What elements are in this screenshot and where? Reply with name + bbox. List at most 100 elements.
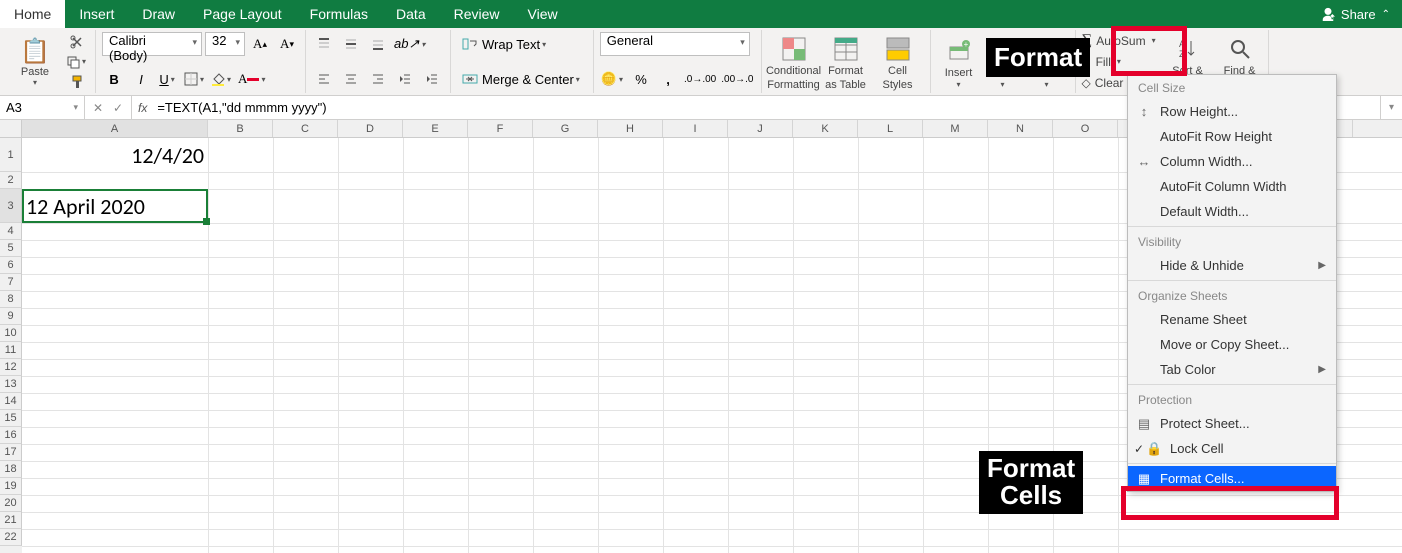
col-header-B[interactable]: B	[208, 120, 273, 137]
col-header-C[interactable]: C	[273, 120, 338, 137]
menu-tab-color[interactable]: Tab Color▶	[1128, 357, 1336, 382]
fill-handle[interactable]	[203, 218, 210, 225]
row-header-7[interactable]: 7	[0, 274, 22, 291]
wrap-text-button[interactable]: Wrap Text▾	[457, 32, 553, 56]
row-header-5[interactable]: 5	[0, 240, 22, 257]
menu-move-copy-sheet[interactable]: Move or Copy Sheet...	[1128, 332, 1336, 357]
col-header-M[interactable]: M	[923, 120, 988, 137]
cell-A1[interactable]: 12/4/20	[22, 138, 208, 172]
accept-formula-button[interactable]: ✓	[109, 101, 127, 115]
row-header-4[interactable]: 4	[0, 223, 22, 240]
italic-button[interactable]: I	[129, 67, 153, 91]
bold-button[interactable]: B	[102, 67, 126, 91]
tab-insert[interactable]: Insert	[65, 0, 128, 28]
menu-hide-unhide[interactable]: Hide & Unhide▶	[1128, 253, 1336, 278]
menu-protect-sheet[interactable]: ▤Protect Sheet...	[1128, 411, 1336, 436]
row-header-12[interactable]: 12	[0, 359, 22, 376]
row-header-17[interactable]: 17	[0, 444, 22, 461]
col-header-O[interactable]: O	[1053, 120, 1118, 137]
decrease-decimal-button[interactable]: .00→.0	[720, 67, 754, 91]
col-header-J[interactable]: J	[728, 120, 793, 137]
align-top-button[interactable]	[312, 32, 336, 56]
menu-default-width[interactable]: Default Width...	[1128, 199, 1336, 224]
col-header-L[interactable]: L	[858, 120, 923, 137]
underline-button[interactable]: U▾	[156, 67, 180, 91]
row-header-8[interactable]: 8	[0, 291, 22, 308]
decrease-indent-button[interactable]	[393, 67, 417, 91]
row-header-21[interactable]: 21	[0, 512, 22, 529]
percent-format-button[interactable]: %	[629, 67, 653, 91]
col-header-I[interactable]: I	[663, 120, 728, 137]
row-height-icon: ↕	[1136, 104, 1152, 119]
align-bottom-button[interactable]	[366, 32, 390, 56]
row-header-15[interactable]: 15	[0, 410, 22, 427]
row-header-9[interactable]: 9	[0, 308, 22, 325]
menu-rename-sheet[interactable]: Rename Sheet	[1128, 307, 1336, 332]
row-header-6[interactable]: 6	[0, 257, 22, 274]
col-header-F[interactable]: F	[468, 120, 533, 137]
cell-styles-button[interactable]: CellStyles	[872, 32, 924, 94]
orientation-button[interactable]: ab↗▾	[393, 32, 428, 56]
increase-indent-button[interactable]	[420, 67, 444, 91]
copy-button[interactable]: ▾	[65, 53, 89, 71]
tab-draw[interactable]: Draw	[128, 0, 189, 28]
align-right-button[interactable]	[366, 67, 390, 91]
col-header-D[interactable]: D	[338, 120, 403, 137]
insert-cells-button[interactable]: + Insert▾	[937, 32, 981, 94]
align-center-button[interactable]	[339, 67, 363, 91]
name-box[interactable]: A3	[0, 96, 85, 119]
borders-button[interactable]: ▾	[183, 67, 207, 91]
align-middle-button[interactable]	[339, 32, 363, 56]
tab-review[interactable]: Review	[440, 0, 514, 28]
increase-font-button[interactable]: A▴	[248, 32, 272, 56]
format-as-table-button[interactable]: Formatas Table	[820, 32, 872, 94]
number-format-select[interactable]: General	[600, 32, 750, 56]
tab-data[interactable]: Data	[382, 0, 440, 28]
increase-decimal-button[interactable]: .0→.00	[683, 67, 717, 91]
tab-formulas[interactable]: Formulas	[296, 0, 382, 28]
row-header-19[interactable]: 19	[0, 478, 22, 495]
menu-row-height[interactable]: ↕Row Height...	[1128, 99, 1336, 124]
comma-format-button[interactable]: ,	[656, 67, 680, 91]
menu-column-width[interactable]: ↔Column Width...	[1128, 149, 1336, 174]
menu-lock-cell[interactable]: ✓🔒Lock Cell	[1128, 436, 1336, 461]
row-header-14[interactable]: 14	[0, 393, 22, 410]
merge-center-button[interactable]: Merge & Center▾	[457, 67, 587, 91]
share-button[interactable]: Share ⌃	[1309, 0, 1402, 28]
tab-home[interactable]: Home	[0, 0, 65, 28]
expand-formula-bar-button[interactable]: ▾	[1380, 96, 1402, 119]
row-header-10[interactable]: 10	[0, 325, 22, 342]
col-header-K[interactable]: K	[793, 120, 858, 137]
row-header-3[interactable]: 3	[0, 189, 22, 223]
menu-autofit-row-height[interactable]: AutoFit Row Height	[1128, 124, 1336, 149]
format-painter-button[interactable]	[65, 73, 89, 91]
row-header-11[interactable]: 11	[0, 342, 22, 359]
row-header-16[interactable]: 16	[0, 427, 22, 444]
decrease-font-button[interactable]: A▾	[275, 32, 299, 56]
row-header-18[interactable]: 18	[0, 461, 22, 478]
col-header-A[interactable]: A	[22, 120, 208, 137]
col-header-E[interactable]: E	[403, 120, 468, 137]
cancel-formula-button[interactable]: ✕	[89, 101, 107, 115]
col-header-N[interactable]: N	[988, 120, 1053, 137]
align-left-button[interactable]	[312, 67, 336, 91]
row-header-20[interactable]: 20	[0, 495, 22, 512]
font-color-button[interactable]: A▾	[237, 67, 268, 91]
fill-color-button[interactable]: ▾	[210, 67, 234, 91]
col-header-H[interactable]: H	[598, 120, 663, 137]
menu-autofit-column-width[interactable]: AutoFit Column Width	[1128, 174, 1336, 199]
col-header-G[interactable]: G	[533, 120, 598, 137]
cut-button[interactable]	[65, 33, 89, 51]
row-header-2[interactable]: 2	[0, 172, 22, 189]
paste-button[interactable]: 📋 Paste ▾	[12, 37, 58, 87]
conditional-formatting-button[interactable]: ConditionalFormatting	[768, 32, 820, 94]
tab-page-layout[interactable]: Page Layout	[189, 0, 296, 28]
accounting-format-button[interactable]: 🪙▾	[600, 67, 626, 91]
font-name-select[interactable]: Calibri (Body)	[102, 32, 202, 56]
row-header-22[interactable]: 22	[0, 529, 22, 546]
font-size-select[interactable]: 32	[205, 32, 245, 56]
row-header-13[interactable]: 13	[0, 376, 22, 393]
tab-view[interactable]: View	[514, 0, 572, 28]
row-header-1[interactable]: 1	[0, 138, 22, 172]
select-all-corner[interactable]	[0, 120, 22, 138]
